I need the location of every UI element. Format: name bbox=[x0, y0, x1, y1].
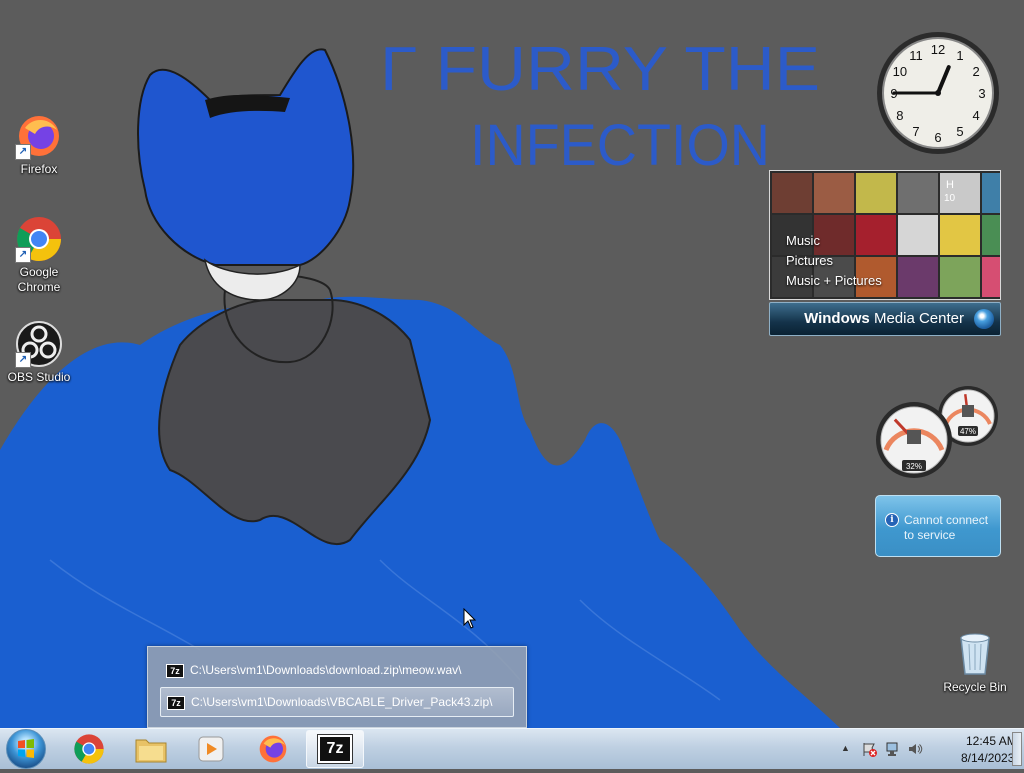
shortcut-arrow-icon: ↗ bbox=[15, 247, 31, 263]
notification-area: ▲ 12:45 AM 8/14/2023 bbox=[839, 729, 1024, 769]
weather-message: Cannot connect to service bbox=[904, 513, 989, 542]
taskbar-clock-date[interactable]: 8/14/2023 bbox=[961, 751, 1014, 765]
clock-numeral: 4 bbox=[972, 108, 979, 123]
desktop-icon-label: Google Chrome bbox=[17, 265, 61, 294]
media-tile-text: 10 bbox=[944, 193, 956, 204]
clock-numeral: 6 bbox=[934, 130, 941, 145]
clock-face: 121234567891011 bbox=[877, 32, 999, 154]
desktop-icon-firefox[interactable]: ↗ Firefox bbox=[0, 112, 79, 177]
media-center-brand-rest: Media Center bbox=[873, 310, 964, 327]
cpu-meter-dials: 47% 32% bbox=[876, 386, 998, 478]
taskbar-media-player-button[interactable] bbox=[182, 730, 240, 768]
taskbar-7zip-button[interactable]: 7z bbox=[306, 730, 364, 768]
taskbar-explorer-button[interactable] bbox=[122, 730, 180, 768]
media-center-launch-bar[interactable]: Windows Media Center bbox=[769, 302, 1001, 336]
taskbar-jump-list: 7z C:\Users\vm1\Downloads\download.zip\me… bbox=[147, 646, 527, 728]
clock-numeral: 8 bbox=[896, 108, 903, 123]
cpu-meter-gadget[interactable]: 47% 32% bbox=[874, 384, 1002, 480]
media-center-brand-windows: Windows bbox=[804, 310, 870, 327]
media-center-link-music-pictures[interactable]: Music + Pictures bbox=[786, 273, 882, 288]
media-tile-text: H bbox=[946, 179, 954, 191]
desktop-icon-google-chrome[interactable]: ↗ Google Chrome bbox=[0, 215, 79, 295]
recycle-bin-icon bbox=[951, 630, 999, 678]
chrome-icon bbox=[74, 734, 104, 764]
info-icon: i bbox=[885, 513, 899, 527]
media-player-icon bbox=[198, 736, 224, 762]
jump-list-item-path: C:\Users\vm1\Downloads\VBCABLE_Driver_Pa… bbox=[191, 695, 493, 709]
jump-list-item-path: C:\Users\vm1\Downloads\download.zip\meow… bbox=[190, 663, 462, 677]
taskbar-firefox-button[interactable] bbox=[244, 730, 302, 768]
taskbar-clock-time[interactable]: 12:45 AM bbox=[966, 734, 1017, 748]
show-desktop-button[interactable] bbox=[1012, 732, 1022, 766]
media-center-tiles: H 10 Music Pictures Music + Pictures bbox=[769, 170, 1001, 300]
clock-gadget[interactable]: 121234567891011 bbox=[875, 30, 1001, 156]
clock-numeral: 5 bbox=[956, 124, 963, 139]
clock-numeral: 12 bbox=[931, 42, 945, 57]
desktop-icon-label: Firefox bbox=[20, 162, 58, 176]
windows-orb-icon bbox=[974, 309, 994, 329]
media-center-gadget[interactable]: H 10 Music Pictures Music + Pictures Win… bbox=[769, 170, 1001, 336]
start-button[interactable] bbox=[6, 729, 46, 769]
desktop-wallpaper: Г FURRY THE INFECTION bbox=[0, 0, 1024, 728]
network-icon[interactable] bbox=[885, 741, 901, 757]
clock-numeral: 10 bbox=[893, 64, 907, 79]
obs-icon: ↗ bbox=[15, 320, 63, 368]
7zip-icon: 7z bbox=[166, 663, 184, 678]
7zip-icon: 7z bbox=[167, 695, 185, 710]
mouse-cursor-icon bbox=[463, 608, 477, 629]
taskbar-chrome-button[interactable] bbox=[60, 730, 118, 768]
desktop-icon-obs-studio[interactable]: ↗ OBS Studio bbox=[0, 320, 79, 385]
media-center-title: Windows Media Center bbox=[804, 310, 964, 327]
volume-icon[interactable] bbox=[907, 741, 923, 757]
firefox-icon bbox=[259, 735, 287, 763]
cpu-percent: 32% bbox=[906, 462, 922, 471]
taskbar: 7z ▲ 12:45 AM 8/14/2023 bbox=[0, 728, 1024, 769]
7zip-icon: 7z bbox=[317, 734, 353, 764]
desktop-icon-label: Recycle Bin bbox=[943, 680, 1007, 694]
memory-percent: 47% bbox=[960, 427, 976, 436]
jump-list-item[interactable]: 7z C:\Users\vm1\Downloads\download.zip\me… bbox=[160, 655, 514, 685]
firefox-icon: ↗ bbox=[15, 112, 63, 160]
desktop-icon-label: OBS Studio bbox=[7, 370, 71, 384]
jump-list-item-selected[interactable]: 7z C:\Users\vm1\Downloads\VBCABLE_Driver_… bbox=[160, 687, 514, 717]
wallpaper-title-line1: Г FURRY THE bbox=[380, 35, 820, 104]
media-center-link-pictures[interactable]: Pictures bbox=[786, 253, 833, 268]
weather-gadget[interactable]: i Cannot connect to service bbox=[875, 495, 1001, 557]
clock-numeral: 2 bbox=[972, 64, 979, 79]
windows-logo-icon bbox=[18, 739, 34, 758]
clock-numeral: 11 bbox=[909, 48, 923, 63]
folder-icon bbox=[135, 739, 167, 763]
clock-numeral: 7 bbox=[912, 124, 919, 139]
desktop-icon-recycle-bin[interactable]: Recycle Bin bbox=[935, 630, 1015, 695]
media-center-link-music[interactable]: Music bbox=[786, 233, 820, 248]
shortcut-arrow-icon: ↗ bbox=[15, 144, 31, 160]
action-center-flag-icon[interactable] bbox=[861, 741, 877, 757]
clock-numeral: 1 bbox=[956, 48, 963, 63]
wallpaper-title-line2: INFECTION bbox=[470, 113, 770, 178]
chrome-icon: ↗ bbox=[15, 215, 63, 263]
show-hidden-icons-button[interactable]: ▲ bbox=[841, 743, 850, 753]
shortcut-arrow-icon: ↗ bbox=[15, 352, 31, 368]
clock-numeral: 3 bbox=[978, 86, 985, 101]
